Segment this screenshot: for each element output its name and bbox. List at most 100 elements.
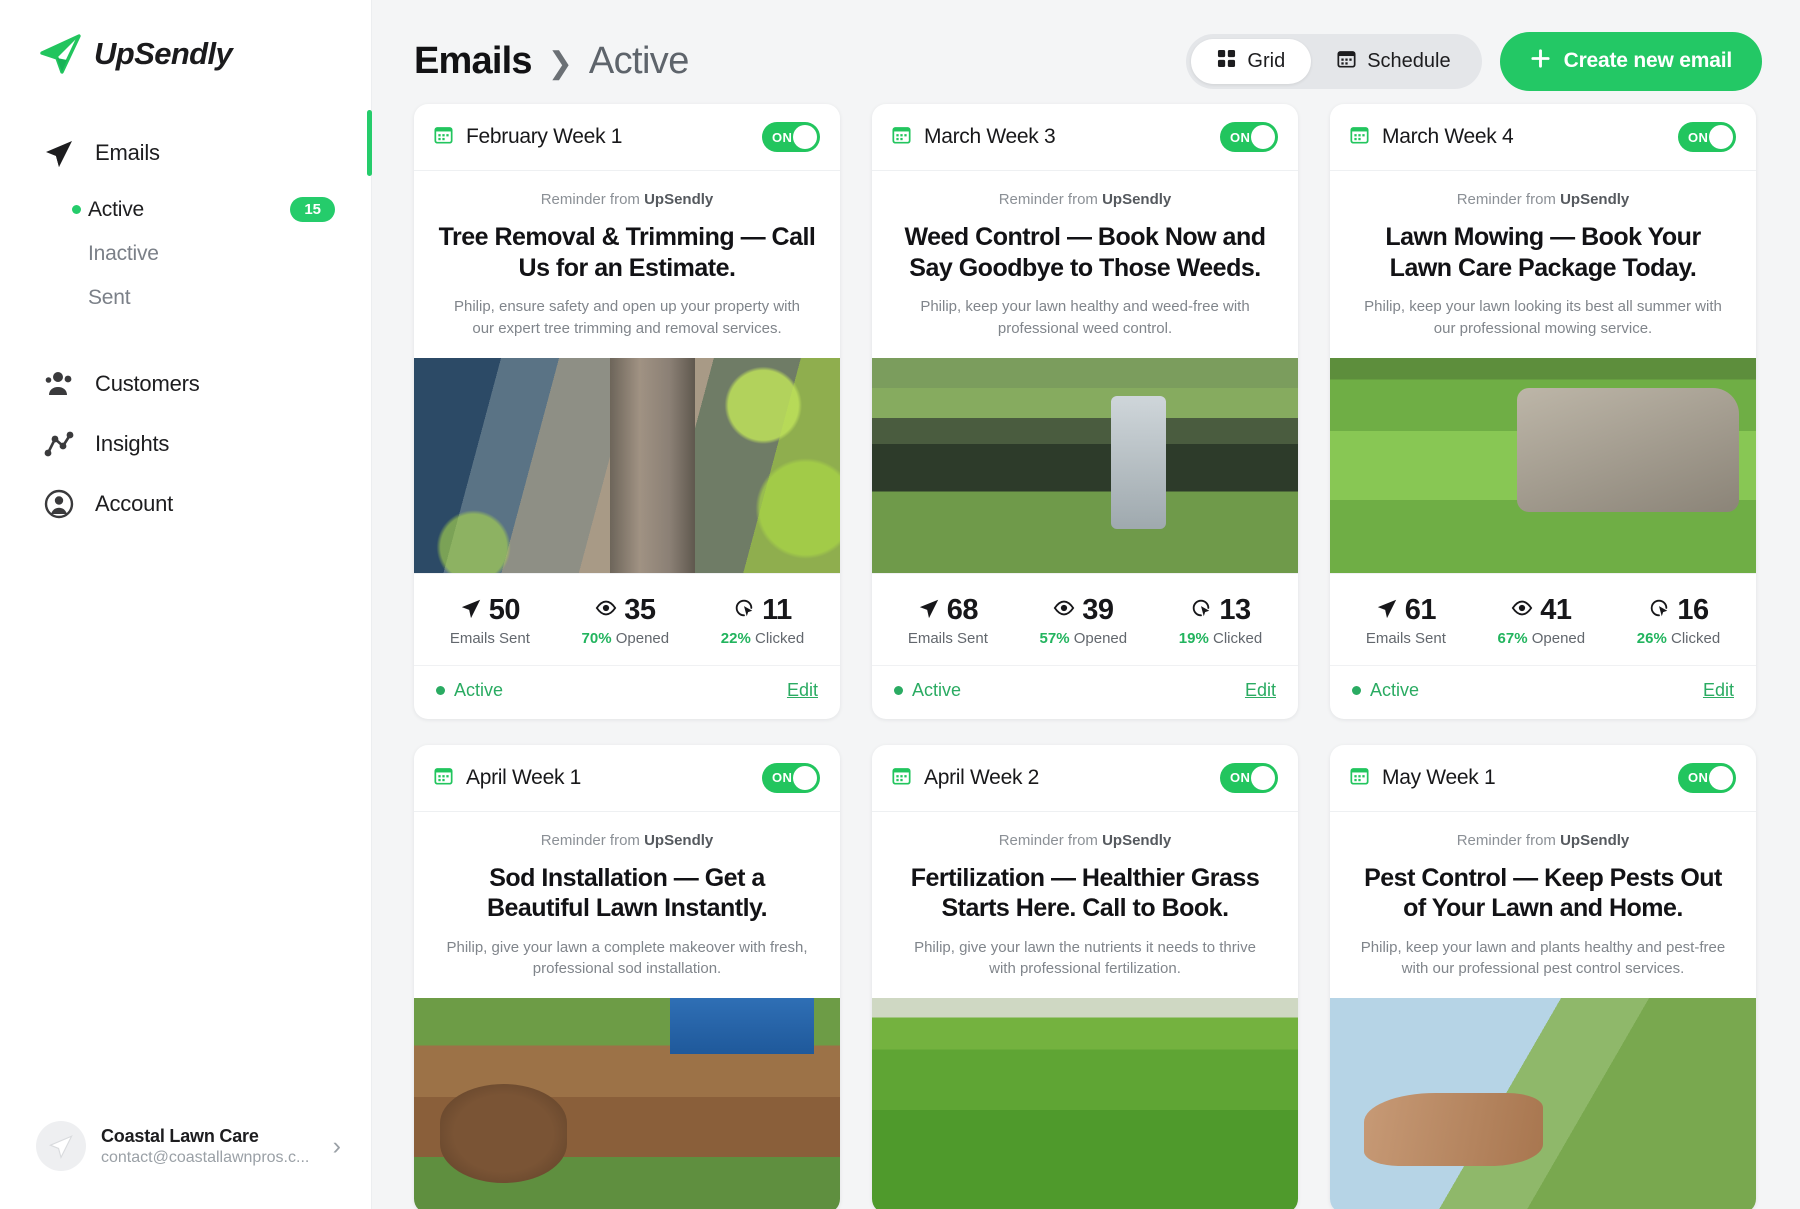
card-week-label: March Week 3 xyxy=(924,125,1056,148)
paper-plane-icon xyxy=(38,33,82,75)
card-header: April Week 1 ON xyxy=(414,745,840,812)
card-kicker-brand: UpSendly xyxy=(1560,191,1630,208)
card-footer: Active Edit xyxy=(872,664,1298,719)
card-body: Reminder from UpSendly Lawn Mowing — Boo… xyxy=(1330,171,1756,340)
account-switcher[interactable]: Coastal Lawn Care contact@coastallawnpro… xyxy=(0,1121,371,1209)
account-name: Coastal Lawn Care xyxy=(101,1125,259,1146)
sidebar-item-customers[interactable]: Customers xyxy=(0,354,371,414)
sidebar-subitem-label: Sent xyxy=(88,286,131,309)
email-card[interactable]: April Week 1 ON Reminder from UpSendly S… xyxy=(414,744,840,1209)
stat-opened: 39 57% Opened xyxy=(1040,594,1128,647)
stat-value: 50 xyxy=(488,593,521,626)
email-card[interactable]: February Week 1 ON Reminder from UpSendl… xyxy=(414,104,840,719)
card-week-label: April Week 1 xyxy=(466,765,582,789)
stat-clicked: 16 26% Clicked xyxy=(1637,594,1720,647)
eye-icon xyxy=(1053,597,1075,624)
top-actions: Grid Schedule Create new email xyxy=(1186,31,1762,91)
card-kicker-prefix: Reminder from xyxy=(998,191,1103,208)
card-header: March Week 4 ON xyxy=(1330,104,1756,171)
sidebar-item-account[interactable]: Account xyxy=(0,474,371,534)
calendar-icon xyxy=(1337,49,1356,74)
brand-logo[interactable]: UpSendly xyxy=(0,0,371,75)
toggle-state-label: ON xyxy=(772,770,793,785)
chevron-right-icon[interactable]: › xyxy=(333,1133,341,1159)
card-body: Reminder from UpSendly Weed Control — Bo… xyxy=(872,171,1298,340)
status-label: Active xyxy=(454,679,504,700)
edit-link[interactable]: Edit xyxy=(1245,680,1276,701)
toggle-knob xyxy=(793,125,817,149)
stat-emails-sent: 50 Emails Sent xyxy=(450,594,530,647)
toggle-knob xyxy=(1709,125,1733,149)
users-icon xyxy=(42,367,76,401)
account-text: Coastal Lawn Care contact@coastallawnpro… xyxy=(101,1126,309,1167)
sidebar-item-emails[interactable]: Emails xyxy=(0,123,371,183)
eye-icon xyxy=(595,597,617,624)
click-target-icon xyxy=(1648,597,1670,624)
brand-name-part1: Up xyxy=(94,36,135,71)
status-label: Active xyxy=(1370,679,1420,700)
stat-value: 35 xyxy=(624,593,656,626)
sidebar-item-inactive[interactable]: Inactive xyxy=(0,232,371,276)
tab-schedule[interactable]: Schedule xyxy=(1311,39,1476,84)
stat-label: 22% Clicked xyxy=(721,630,804,647)
card-enable-toggle[interactable]: ON xyxy=(1678,762,1736,793)
card-body: Reminder from UpSendly Tree Removal & Tr… xyxy=(414,171,840,340)
stat-label-text: Opened xyxy=(1073,629,1128,647)
sidebar-item-active[interactable]: Active 15 xyxy=(0,187,371,232)
status-badge: Active xyxy=(436,680,503,701)
stat-label: 70% Opened xyxy=(582,630,670,647)
card-image-spraying-pest-control xyxy=(1330,998,1756,1209)
card-headline: Lawn Mowing — Book Your Lawn Care Packag… xyxy=(1385,223,1701,282)
card-kicker: Reminder from UpSendly xyxy=(436,832,818,849)
card-kicker: Reminder from UpSendly xyxy=(1352,191,1734,208)
card-enable-toggle[interactable]: ON xyxy=(1220,762,1278,793)
card-enable-toggle[interactable]: ON xyxy=(762,122,820,152)
edit-link[interactable]: Edit xyxy=(787,680,818,701)
card-footer: Active Edit xyxy=(1330,664,1756,719)
email-card[interactable]: March Week 4 ON Reminder from UpSendly L… xyxy=(1330,104,1756,719)
avatar xyxy=(36,1121,86,1171)
card-week-label: February Week 1 xyxy=(466,125,623,148)
status-badge: Active xyxy=(1352,680,1419,701)
stat-value: 68 xyxy=(946,593,979,626)
sidebar-subnav: Active 15 Inactive Sent xyxy=(0,187,371,320)
sidebar-item-sent[interactable]: Sent xyxy=(0,276,371,320)
card-subtext: Philip, give your lawn the nutrients it … xyxy=(914,938,1256,978)
tab-schedule-label: Schedule xyxy=(1367,49,1451,72)
card-image-close-up-green-grass xyxy=(872,998,1298,1209)
edit-link[interactable]: Edit xyxy=(1703,680,1734,701)
card-stats: 68 Emails Sent 39 57% Opened 13 19% Clic… xyxy=(872,572,1298,665)
card-week-label: March Week 4 xyxy=(1382,125,1514,148)
stat-label: Emails Sent xyxy=(1365,629,1446,647)
paper-plane-icon xyxy=(460,597,482,624)
stat-label: 57% Opened xyxy=(1040,630,1128,647)
card-enable-toggle[interactable]: ON xyxy=(762,762,820,793)
breadcrumb-leaf: Active xyxy=(588,39,689,82)
breadcrumb-root[interactable]: Emails xyxy=(414,40,533,83)
card-image-worker-spraying-weeds xyxy=(872,357,1298,573)
card-body: Reminder from UpSendly Sod Installation … xyxy=(414,812,840,981)
create-new-email-button[interactable]: Create new email xyxy=(1499,31,1762,91)
calendar-icon xyxy=(1350,766,1369,790)
card-subtext: Philip, keep your lawn and plants health… xyxy=(1360,938,1726,978)
stat-label: 67% Opened xyxy=(1498,630,1586,647)
card-headline: Fertilization — Healthier Grass Starts H… xyxy=(910,863,1260,923)
email-card[interactable]: April Week 2 ON Reminder from UpSendly F… xyxy=(872,744,1298,1209)
stat-percent: 70% xyxy=(581,629,612,647)
card-enable-toggle[interactable]: ON xyxy=(1678,122,1736,152)
card-enable-toggle[interactable]: ON xyxy=(1220,122,1278,152)
card-week-label: May Week 1 xyxy=(1382,765,1496,789)
tab-grid[interactable]: Grid xyxy=(1191,38,1312,84)
stat-clicked: 11 22% Clicked xyxy=(721,594,804,647)
stat-label-text: Clicked xyxy=(754,629,805,647)
email-card[interactable]: May Week 1 ON Reminder from UpSendly Pes… xyxy=(1330,744,1756,1209)
card-subtext: Philip, keep your lawn looking its best … xyxy=(1364,298,1722,337)
brand-name-part2: Sendly xyxy=(134,36,233,71)
paper-plane-icon xyxy=(918,597,940,624)
stat-value: 11 xyxy=(762,593,792,626)
sidebar-item-insights[interactable]: Insights xyxy=(0,414,371,474)
email-card[interactable]: March Week 3 ON Reminder from UpSendly W… xyxy=(872,104,1298,719)
chart-network-icon xyxy=(42,427,76,461)
card-header: May Week 1 ON xyxy=(1330,745,1756,812)
card-image-sod-rolls-being-laid xyxy=(414,998,840,1209)
